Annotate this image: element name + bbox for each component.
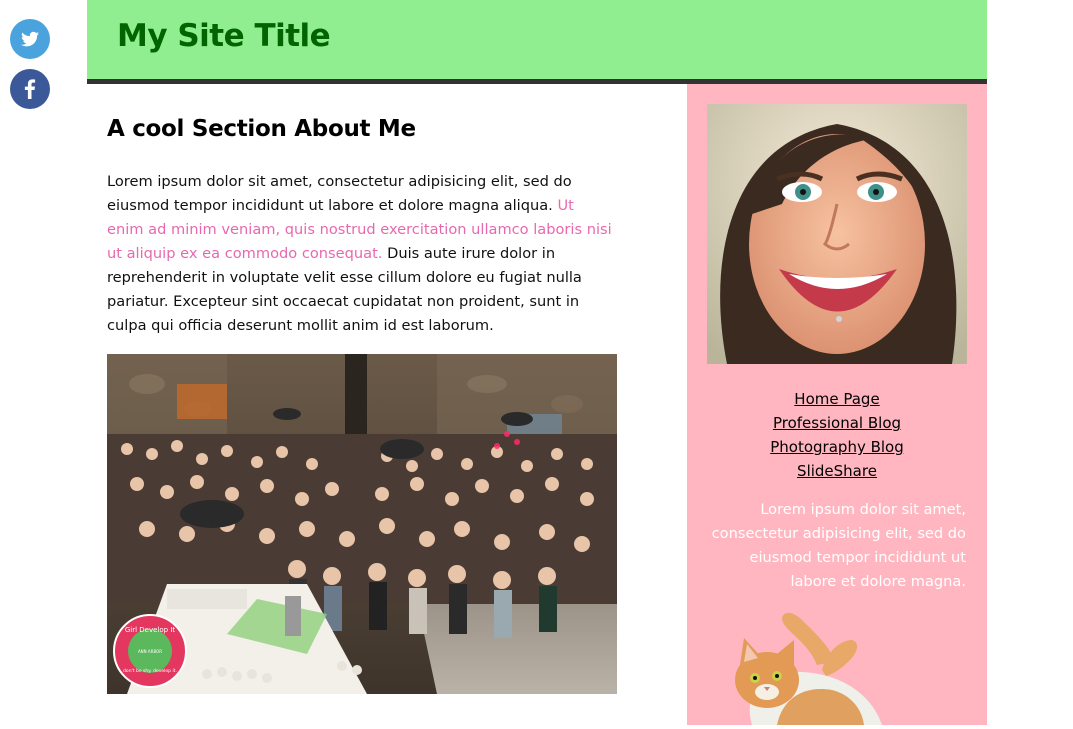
- nav-home-link[interactable]: Home Page: [687, 387, 987, 411]
- social-links: [10, 19, 50, 119]
- nav-slideshare-link[interactable]: SlideShare: [687, 459, 987, 483]
- group-photo: Girl Develop It ANN ARBOR don't be shy. …: [107, 354, 617, 694]
- profile-portrait: [707, 104, 967, 364]
- main-content: A cool Section About Me Lorem ipsum dolo…: [87, 84, 687, 725]
- section-title: A cool Section About Me: [107, 116, 416, 142]
- twitter-icon[interactable]: [10, 19, 50, 59]
- paragraph-text-1: Lorem ipsum dolor sit amet, consectetur …: [107, 173, 572, 214]
- nav-photography-blog-link[interactable]: Photography Blog: [687, 435, 987, 459]
- sidebar: Home Page Professional Blog Photography …: [687, 84, 987, 725]
- sidebar-nav: Home Page Professional Blog Photography …: [687, 387, 987, 483]
- badge-title: Girl Develop It: [125, 626, 176, 634]
- sidebar-text: Lorem ipsum dolor sit amet, consectetur …: [711, 501, 966, 590]
- page-container: My Site Title A cool Section About Me Lo…: [87, 0, 987, 725]
- girl-develop-it-logo: Girl Develop It ANN ARBOR don't be shy. …: [113, 614, 187, 688]
- badge-tagline: don't be shy. develop it.: [123, 668, 177, 674]
- cat-image: [722, 610, 892, 725]
- nav-professional-blog-link[interactable]: Professional Blog: [687, 411, 987, 435]
- site-title: My Site Title: [117, 18, 331, 54]
- facebook-icon[interactable]: [10, 69, 50, 109]
- badge-subtitle: ANN ARBOR: [138, 649, 162, 654]
- section-paragraph: Lorem ipsum dolor sit amet, consectetur …: [107, 170, 612, 338]
- site-header: My Site Title: [87, 0, 987, 84]
